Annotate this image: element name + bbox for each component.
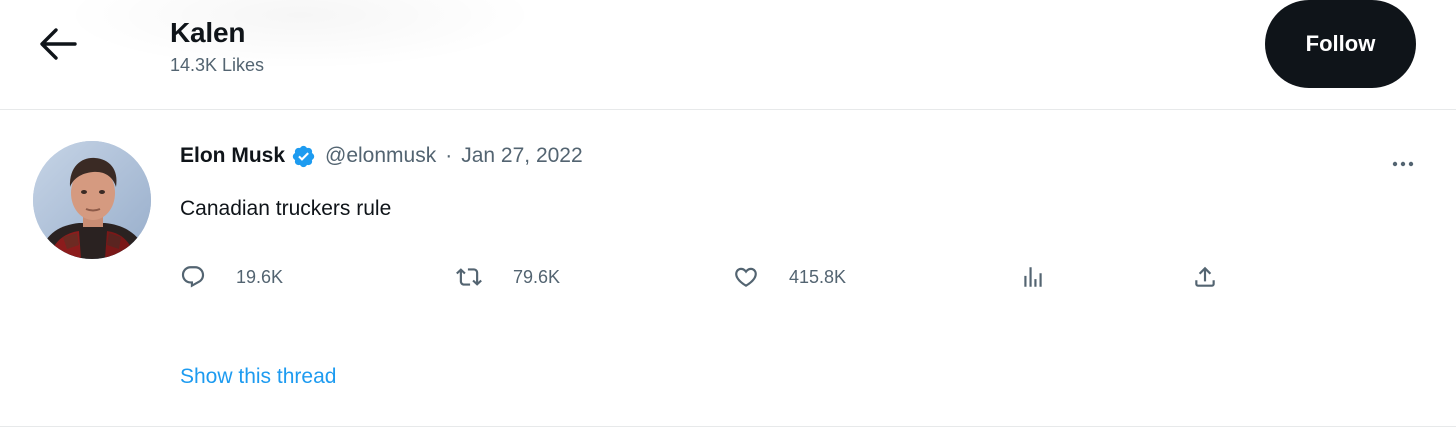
reply-count: 19.6K xyxy=(236,266,284,287)
follow-button[interactable]: Follow xyxy=(1265,0,1416,88)
back-button[interactable] xyxy=(32,22,84,66)
divider xyxy=(0,426,1456,427)
more-button[interactable] xyxy=(1386,150,1420,178)
tweet-meta: Elon Musk @elonmusk · Jan 27, 2022 xyxy=(180,141,583,171)
avatar-photo xyxy=(33,141,151,259)
like-button[interactable]: 415.8K xyxy=(733,262,846,292)
avatar[interactable] xyxy=(33,141,151,259)
meta-separator: · xyxy=(445,144,453,167)
profile-header: Kalen 14.3K Likes Follow xyxy=(0,0,1456,110)
tweet-text: Canadian truckers rule xyxy=(180,197,392,220)
author-name[interactable]: Elon Musk xyxy=(180,144,285,168)
profile-name: Kalen xyxy=(170,17,246,48)
verified-badge-icon xyxy=(291,144,316,169)
retweet-count: 79.6K xyxy=(513,266,561,287)
retweet-button[interactable]: 79.6K xyxy=(455,262,560,292)
tweet-date[interactable]: Jan 27, 2022 xyxy=(461,144,582,168)
heart-icon xyxy=(735,267,757,287)
reply-button[interactable]: 19.6K xyxy=(180,262,283,292)
retweet-icon xyxy=(456,268,482,286)
analytics-icon xyxy=(1024,267,1042,287)
like-count: 415.8K xyxy=(789,266,847,287)
header-background-blur xyxy=(60,0,540,70)
author-handle[interactable]: @elonmusk xyxy=(325,144,436,168)
more-horizontal-icon xyxy=(1392,161,1414,167)
share-button[interactable] xyxy=(1192,262,1218,292)
reply-icon xyxy=(181,266,205,288)
show-thread-link[interactable]: Show this thread xyxy=(180,365,336,389)
share-icon xyxy=(1195,266,1215,287)
likes-count: 14.3K Likes xyxy=(170,55,265,75)
arrow-left-icon xyxy=(40,28,77,60)
views-button[interactable] xyxy=(1020,262,1046,292)
